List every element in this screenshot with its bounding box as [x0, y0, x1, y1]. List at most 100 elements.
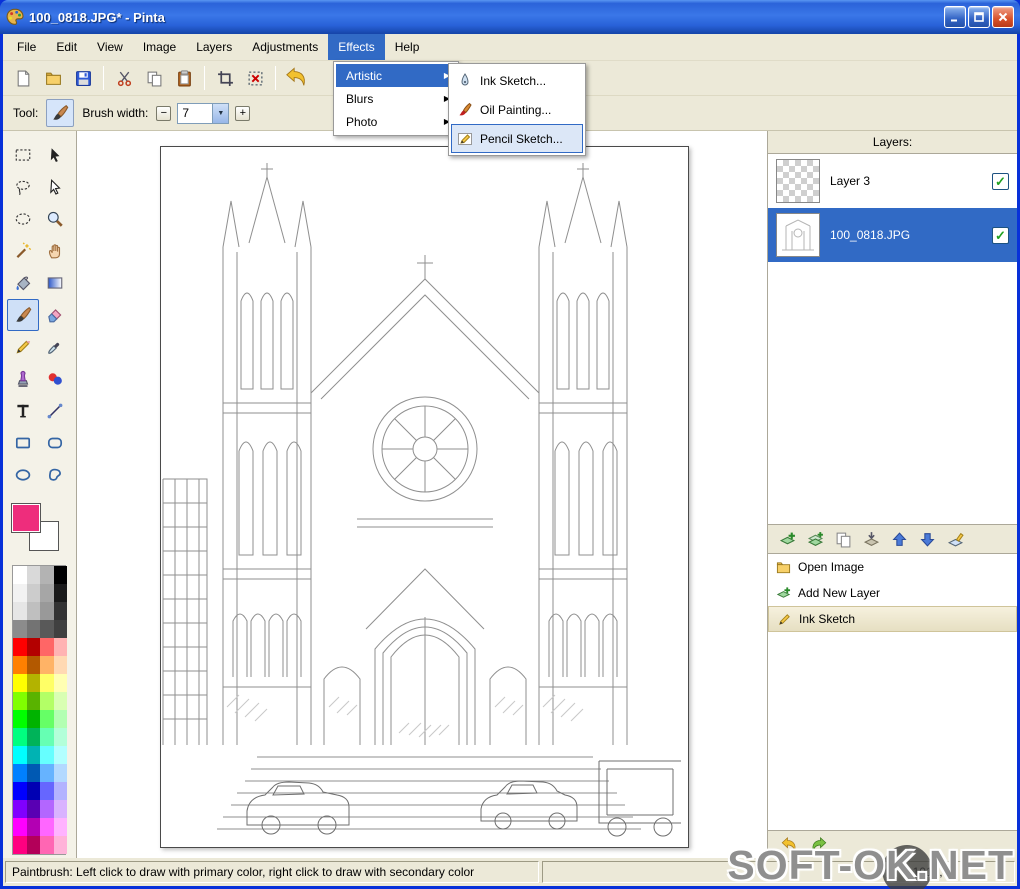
lasso-select-tool[interactable] — [7, 171, 39, 203]
palette-color[interactable] — [13, 674, 27, 692]
pan-tool[interactable] — [39, 235, 71, 267]
palette-color[interactable] — [13, 728, 27, 746]
minimize-button[interactable] — [944, 6, 966, 28]
palette-color[interactable] — [27, 782, 41, 800]
palette-color[interactable] — [13, 620, 27, 638]
brush-width-combobox[interactable]: 7 ▼ — [177, 103, 229, 124]
palette-color[interactable] — [27, 800, 41, 818]
menu-view[interactable]: View — [87, 34, 133, 60]
palette-color[interactable] — [40, 566, 54, 584]
palette-color[interactable] — [27, 728, 41, 746]
palette-color[interactable] — [54, 566, 68, 584]
undo-button[interactable] — [282, 64, 310, 92]
palette-color[interactable] — [27, 818, 41, 836]
palette-color[interactable] — [40, 674, 54, 692]
palette-color[interactable] — [27, 674, 41, 692]
color-picker-tool[interactable] — [39, 331, 71, 363]
layer-visibility-checkbox[interactable]: ✓ — [992, 173, 1009, 190]
pencil-tool[interactable] — [7, 331, 39, 363]
effects-menu-artistic[interactable]: Artistic ▶ — [336, 64, 456, 87]
paste-button[interactable] — [170, 64, 198, 92]
palette-color[interactable] — [54, 710, 68, 728]
current-tool-paintbrush-icon[interactable] — [46, 99, 74, 127]
move-layer-down-button[interactable] — [916, 528, 938, 550]
palette-color[interactable] — [13, 782, 27, 800]
menu-file[interactable]: File — [7, 34, 46, 60]
palette-color[interactable] — [27, 602, 41, 620]
palette-color[interactable] — [54, 782, 68, 800]
crop-to-selection-button[interactable] — [211, 64, 239, 92]
palette-color[interactable] — [40, 746, 54, 764]
history-item-add-new-layer[interactable]: Add New Layer — [768, 580, 1017, 606]
palette-color[interactable] — [13, 836, 27, 854]
dropdown-arrow-icon[interactable]: ▼ — [212, 104, 228, 123]
palette-color[interactable] — [27, 638, 41, 656]
palette-color[interactable] — [54, 602, 68, 620]
menu-layers[interactable]: Layers — [186, 34, 242, 60]
palette-color[interactable] — [54, 764, 68, 782]
palette-color[interactable] — [13, 764, 27, 782]
palette-color[interactable] — [13, 746, 27, 764]
history-item-open-image[interactable]: Open Image — [768, 554, 1017, 580]
palette-color[interactable] — [13, 800, 27, 818]
palette-color[interactable] — [54, 620, 68, 638]
palette-color[interactable] — [54, 656, 68, 674]
titlebar[interactable]: 100_0818.JPG* - Pinta — [0, 0, 1020, 34]
palette-color[interactable] — [40, 728, 54, 746]
rounded-rectangle-tool[interactable] — [39, 427, 71, 459]
submenu-oil-painting[interactable]: Oil Painting... — [451, 95, 583, 124]
palette-color[interactable] — [40, 836, 54, 854]
palette-color[interactable] — [13, 692, 27, 710]
palette-color[interactable] — [40, 692, 54, 710]
palette-color[interactable] — [40, 620, 54, 638]
palette-color[interactable] — [13, 602, 27, 620]
palette-color[interactable] — [40, 656, 54, 674]
palette-color[interactable] — [54, 692, 68, 710]
palette-color[interactable] — [13, 566, 27, 584]
submenu-ink-sketch[interactable]: Ink Sketch... — [451, 66, 583, 95]
effects-menu-blurs[interactable]: Blurs ▶ — [336, 87, 456, 110]
primary-color-swatch[interactable] — [11, 503, 41, 533]
recolor-tool[interactable] — [39, 363, 71, 395]
copy-button[interactable] — [140, 64, 168, 92]
eraser-tool[interactable] — [39, 299, 71, 331]
palette-color[interactable] — [40, 818, 54, 836]
paintbrush-tool[interactable] — [7, 299, 39, 331]
palette-color[interactable] — [54, 818, 68, 836]
palette-color[interactable] — [54, 728, 68, 746]
canvas-viewport[interactable] — [77, 131, 767, 858]
move-layer-up-button[interactable] — [888, 528, 910, 550]
palette-color[interactable] — [40, 602, 54, 620]
new-image-button[interactable] — [9, 64, 37, 92]
menu-adjustments[interactable]: Adjustments — [242, 34, 328, 60]
palette-color[interactable] — [27, 764, 41, 782]
palette-color[interactable] — [54, 836, 68, 854]
palette-color[interactable] — [13, 656, 27, 674]
rectangle-select-tool[interactable] — [7, 139, 39, 171]
palette-color[interactable] — [13, 584, 27, 602]
palette-color[interactable] — [13, 638, 27, 656]
text-tool[interactable] — [7, 395, 39, 427]
gradient-tool[interactable] — [39, 267, 71, 299]
layer-properties-button[interactable] — [944, 528, 966, 550]
duplicate-layer-button[interactable] — [804, 528, 826, 550]
palette-color[interactable] — [27, 566, 41, 584]
menu-effects[interactable]: Effects — [328, 34, 384, 60]
clone-stamp-tool[interactable] — [7, 363, 39, 395]
move-tool[interactable] — [39, 171, 71, 203]
palette-color[interactable] — [40, 638, 54, 656]
palette-color[interactable] — [40, 800, 54, 818]
palette-color[interactable] — [40, 782, 54, 800]
rectangle-tool[interactable] — [7, 427, 39, 459]
layer-visibility-checkbox[interactable]: ✓ — [992, 227, 1009, 244]
freeform-shape-tool[interactable] — [39, 459, 71, 491]
palette-color[interactable] — [40, 710, 54, 728]
palette-color[interactable] — [54, 800, 68, 818]
palette-color[interactable] — [13, 710, 27, 728]
cut-button[interactable] — [110, 64, 138, 92]
submenu-pencil-sketch[interactable]: Pencil Sketch... — [451, 124, 583, 153]
palette-color[interactable] — [54, 746, 68, 764]
magic-wand-tool[interactable] — [7, 235, 39, 267]
palette-color[interactable] — [27, 584, 41, 602]
maximize-button[interactable] — [968, 6, 990, 28]
